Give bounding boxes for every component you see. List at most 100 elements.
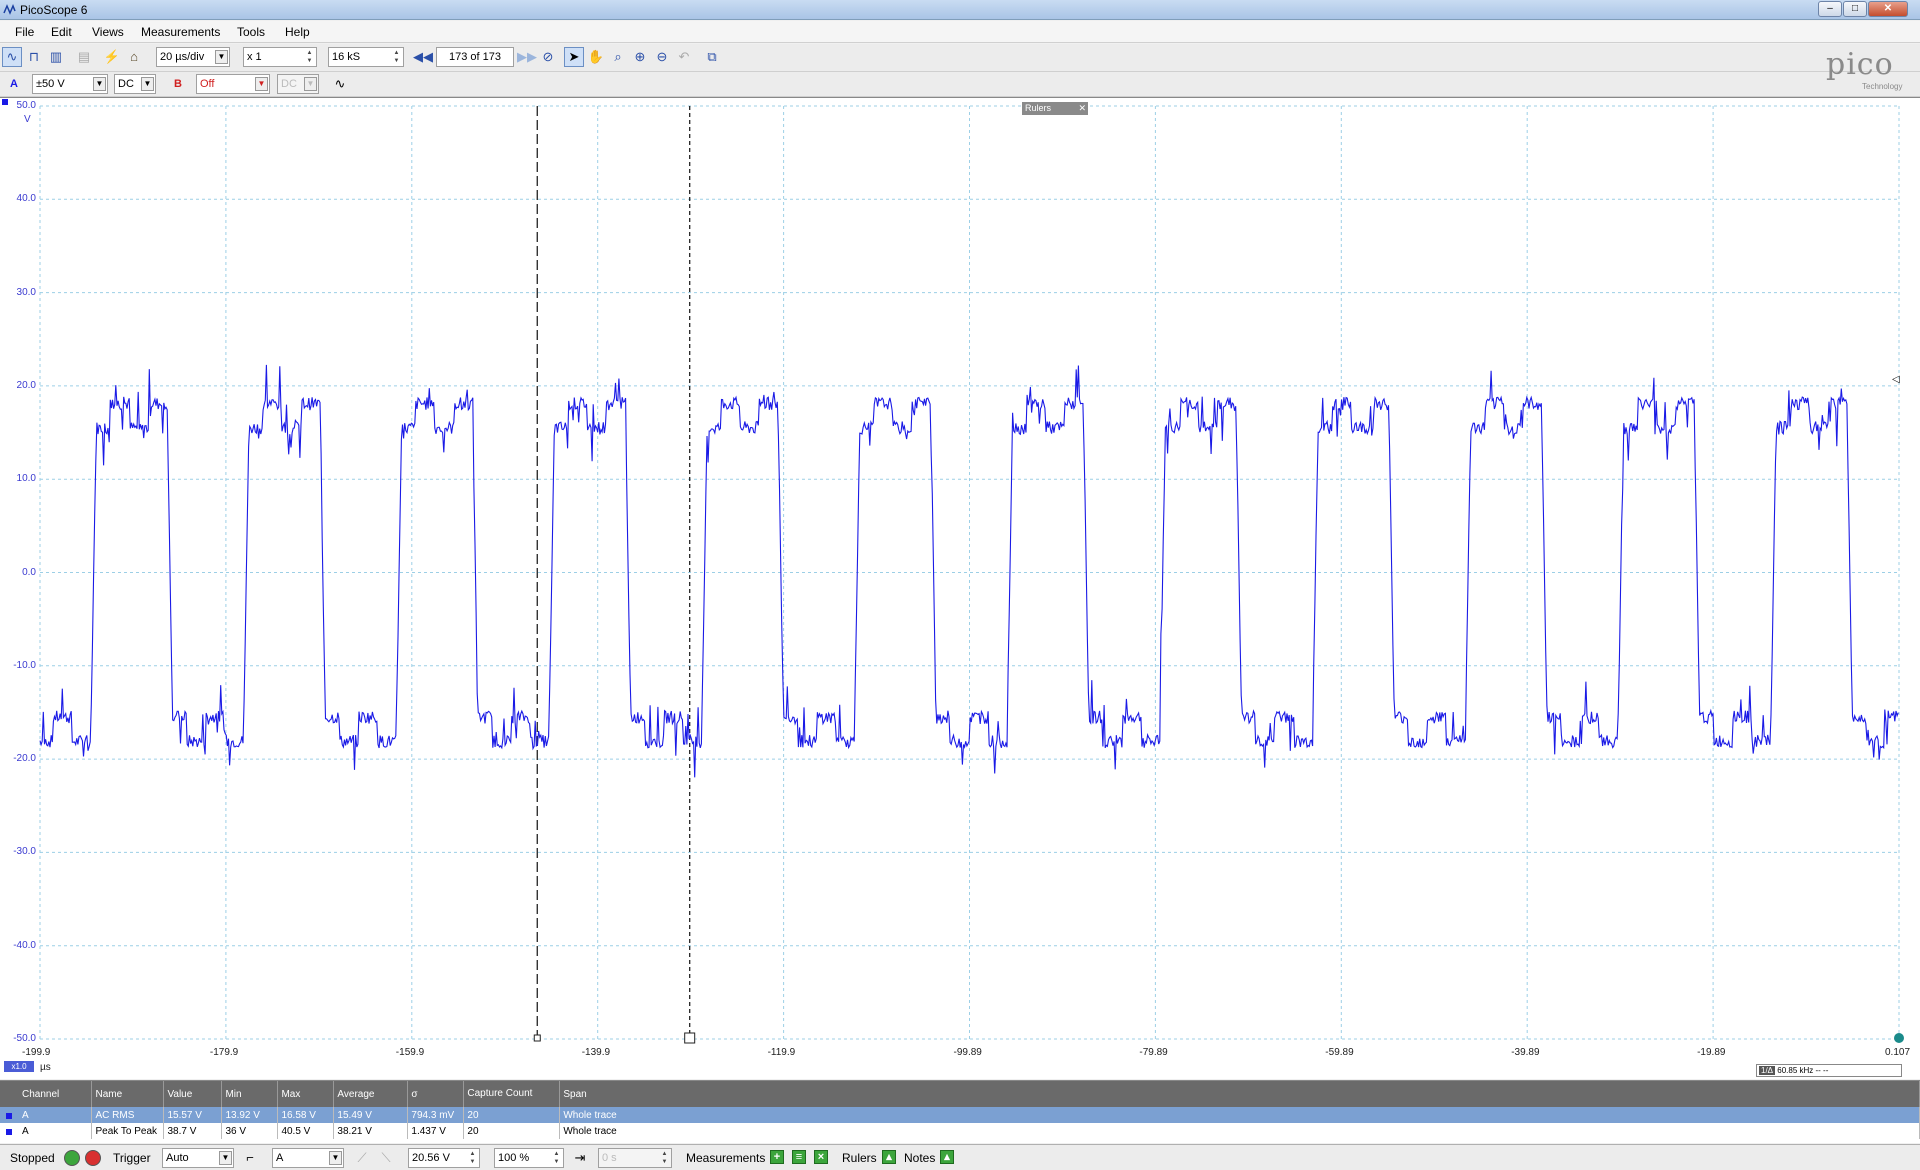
trigger-channel-select[interactable]: A ▼ (272, 1148, 344, 1168)
buffer-navigator[interactable]: 173 of 173 (436, 47, 514, 67)
col-value[interactable]: Value (163, 1081, 223, 1107)
zoom-spinner[interactable]: x 1 ▲ ▼ (243, 47, 317, 67)
trigger-level-spinner[interactable]: 20.56 V ▲ ▼ (408, 1148, 480, 1168)
measurements-table: Channel Name Value Min Max Average σ Cap… (0, 1081, 1920, 1139)
picoscope-app-icon (3, 4, 16, 15)
col-capture-count[interactable]: Capture Count (463, 1081, 561, 1107)
cell-average: 38.21 V (333, 1123, 409, 1139)
persistence-mode-icon[interactable]: ⊓ (24, 47, 44, 67)
menu-tools[interactable]: Tools (237, 25, 265, 39)
auto-setup-icon[interactable]: ⚡ (102, 47, 122, 67)
channel-options-icon[interactable]: ▤ (74, 47, 94, 67)
spinner-arrows-icon: ▲ ▼ (661, 1151, 668, 1165)
status-bar: Stopped Trigger Auto ▼ ⌐ A ▼ ⟋ ⟍ 20.56 V ▲ ▼… (0, 1144, 1920, 1170)
cell-channel: A (0, 1123, 93, 1139)
channel-b-range: Off (200, 78, 215, 90)
ruler-handle (684, 1032, 696, 1044)
next-buffer-icon[interactable]: ▶▶ (516, 47, 537, 67)
delay-value: 0 s (602, 1152, 617, 1164)
measurement-row[interactable]: A Peak To Peak 38.7 V 36 V 40.5 V 38.21 … (0, 1123, 1920, 1139)
rising-edge-icon[interactable]: ⟋ (352, 1148, 372, 1168)
zoom-region-icon[interactable]: ⌕ (608, 47, 628, 67)
undo-zoom-icon[interactable]: ↶ (674, 47, 694, 67)
spectrum-mode-icon[interactable]: ▥ (46, 47, 66, 67)
chevron-down-icon: ▼ (93, 77, 106, 91)
zoom-overview-icon[interactable]: ⧉ (702, 47, 722, 67)
scope-plot[interactable] (0, 98, 1920, 1080)
stop-capture-button[interactable] (85, 1150, 101, 1166)
cell-channel: A (0, 1107, 93, 1123)
close-icon[interactable]: ✕ (1078, 102, 1086, 115)
col-sigma[interactable]: σ (407, 1081, 465, 1107)
menu-views[interactable]: Views (92, 25, 124, 39)
col-min[interactable]: Min (221, 1081, 279, 1107)
y-tick-label: -50.0 (13, 1033, 36, 1044)
channel-a-coupling-select[interactable]: DC ▼ (114, 74, 156, 94)
col-max[interactable]: Max (277, 1081, 335, 1107)
x-tick-label: -99.89 (953, 1047, 982, 1058)
channel-toolbar: A ±50 V ▼ DC ▼ B Off ▼ DC ▼ ∿ (0, 72, 1920, 97)
math-channel-icon[interactable]: ∿ (330, 74, 350, 94)
buffer-overview-icon[interactable]: ⊘ (538, 47, 558, 67)
graticule (2, 99, 1900, 1040)
home-icon[interactable]: ⌂ (124, 47, 144, 67)
measurement-row[interactable]: A AC RMS 15.57 V 13.92 V 16.58 V 15.49 V… (0, 1107, 1920, 1123)
channel-a-label: A (10, 78, 18, 90)
cell-max: 16.58 V (277, 1107, 335, 1123)
y-tick-label: -40.0 (13, 939, 36, 951)
channel-b-range-select[interactable]: Off ▼ (196, 74, 270, 94)
channel-a-range-select[interactable]: ±50 V ▼ (32, 74, 108, 94)
channel-b-options-icon[interactable]: B (168, 74, 188, 94)
maximize-button[interactable]: □ (1843, 1, 1867, 17)
trigger-level-icon[interactable]: ◁ (1892, 374, 1900, 385)
select-pointer-icon[interactable]: ➤ (564, 47, 584, 67)
scope-view[interactable]: 50.0 40.0 30.0 20.0 10.0 0.0 -10.0 -20.0 -30.0 -4… (0, 97, 1920, 1079)
capture-state: Stopped (10, 1151, 55, 1165)
previous-buffer-icon[interactable]: ◀◀ (412, 47, 433, 67)
falling-edge-icon[interactable]: ⟍ (376, 1148, 396, 1168)
scope-mode-icon[interactable]: ∿ (2, 47, 22, 67)
cell-name: AC RMS (91, 1107, 165, 1123)
timebase-select[interactable]: 20 µs/div ▼ (156, 47, 230, 67)
y-unit-label: V (24, 114, 31, 125)
cell-sigma: 794.3 mV (407, 1107, 465, 1123)
col-average[interactable]: Average (333, 1081, 409, 1107)
hand-pan-icon[interactable]: ✋ (586, 47, 606, 67)
zoom-out-icon[interactable]: ⊖ (652, 47, 672, 67)
cell-capture-count: 20 (463, 1107, 561, 1123)
chevron-down-icon: ▼ (215, 50, 228, 64)
close-button[interactable]: ✕ (1868, 1, 1908, 17)
add-measurement-button[interactable]: + (770, 1150, 784, 1164)
start-capture-button[interactable] (64, 1150, 80, 1166)
channel-b-coupling: DC (281, 78, 297, 90)
col-span[interactable]: Span (559, 1081, 1920, 1107)
col-name[interactable]: Name (91, 1081, 165, 1107)
pretrigger-spinner[interactable]: 100 % ▲ ▼ (494, 1148, 564, 1168)
rulers-label: Rulers (842, 1151, 877, 1165)
delete-measurement-button[interactable]: × (814, 1150, 828, 1164)
col-channel[interactable]: Channel (0, 1081, 93, 1107)
time-rulers[interactable] (533, 106, 1904, 1044)
notes-toggle-button[interactable]: ▴ (940, 1150, 954, 1164)
trigger-channel: A (276, 1152, 284, 1164)
timebase-value: 20 µs/div (160, 51, 205, 63)
menu-measurements[interactable]: Measurements (141, 25, 220, 39)
rulers-tag[interactable]: Rulers ✕ (1022, 102, 1088, 115)
channel-a-options-icon[interactable]: A (4, 74, 24, 94)
zoom-in-icon[interactable]: ⊕ (630, 47, 650, 67)
menu-file[interactable]: File (15, 25, 34, 39)
menu-help[interactable]: Help (285, 25, 310, 39)
samples-spinner[interactable]: 16 kS ▲ ▼ (328, 47, 404, 67)
rulers-settings-button[interactable]: ▴ (882, 1150, 896, 1164)
x-tick-label: -159.9 (395, 1047, 425, 1058)
x-tick-label: -59.89 (1325, 1047, 1354, 1058)
edit-measurement-button[interactable]: ≡ (792, 1150, 806, 1164)
x-tick-label: -139.9 (581, 1047, 611, 1058)
minimize-button[interactable]: – (1818, 1, 1842, 17)
x-unit-label: µs (40, 1062, 51, 1073)
post-trigger-delay-icon[interactable]: ⇥ (570, 1148, 590, 1168)
menu-edit[interactable]: Edit (51, 25, 72, 39)
measurements-header-row: Channel Name Value Min Max Average σ Cap… (0, 1081, 1920, 1107)
trigger-mode-select[interactable]: Auto ▼ (162, 1148, 234, 1168)
trigger-edge-icon[interactable]: ⌐ (240, 1148, 260, 1168)
